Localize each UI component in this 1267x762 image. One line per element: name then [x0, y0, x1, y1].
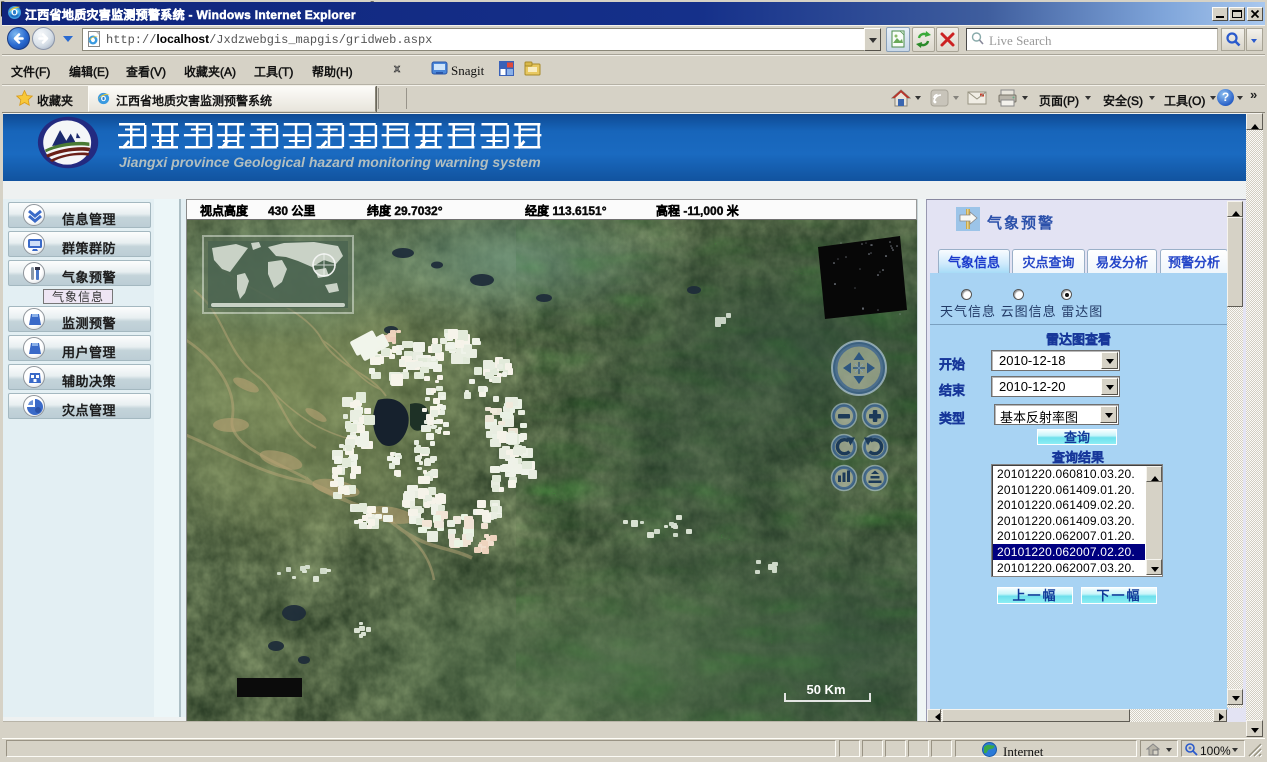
- svg-text:50 Km: 50 Km: [806, 682, 845, 697]
